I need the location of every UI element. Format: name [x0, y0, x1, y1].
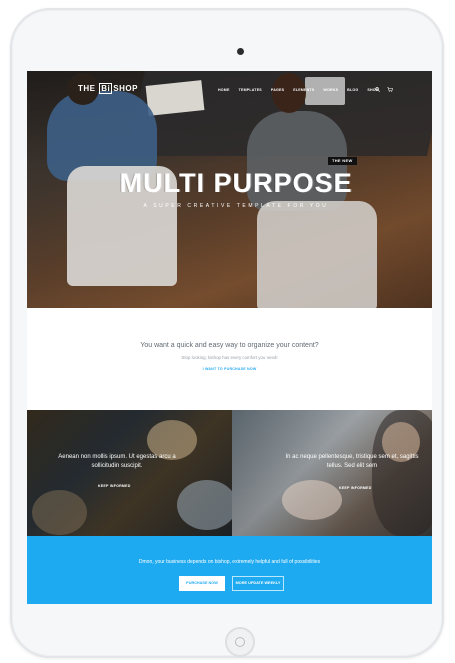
tile-right-photo-shape — [282, 480, 342, 520]
menu-item-works[interactable]: WORKS — [323, 88, 338, 92]
more-updates-button[interactable]: MORE UPDATE WEEKLY — [232, 576, 284, 591]
intro-subtext: Stop looking, bishop has every comfort y… — [181, 355, 278, 360]
tile-left-button[interactable]: KEEP INFORMED — [98, 484, 131, 488]
menu-item-templates[interactable]: TEMPLATES — [239, 88, 262, 92]
menu-item-blog[interactable]: BLOG — [347, 88, 358, 92]
hero-section: THE Bi SHOP HOME TEMPLATES PAGES ELEMENTS… — [27, 71, 432, 308]
home-button[interactable] — [225, 627, 255, 657]
feature-tile-right: In ac neque pellentesque, tristique sem … — [232, 410, 432, 536]
menu-item-elements[interactable]: ELEMENTS — [293, 88, 314, 92]
intro-section: You want a quick and easy way to organiz… — [27, 308, 432, 410]
menu-item-home[interactable]: HOME — [218, 88, 230, 92]
search-icon[interactable] — [375, 87, 380, 92]
tile-right-button[interactable]: KEEP INFORMED — [339, 486, 372, 490]
tile-left-photo-shape — [177, 480, 232, 530]
purchase-link[interactable]: I WANT TO PURCHASE NOW — [27, 367, 432, 371]
cta-text: Dmon, your business depends on bishop, e… — [138, 559, 321, 565]
menu-item-pages[interactable]: PAGES — [271, 88, 284, 92]
top-navigation: THE Bi SHOP HOME TEMPLATES PAGES ELEMENTS… — [27, 71, 432, 107]
site-logo[interactable]: THE Bi SHOP — [78, 83, 138, 94]
main-menu: HOME TEMPLATES PAGES ELEMENTS WORKS BLOG… — [218, 88, 387, 92]
logo-suffix: SHOP — [113, 84, 138, 93]
website-screen: THE Bi SHOP HOME TEMPLATES PAGES ELEMENTS… — [27, 71, 432, 604]
new-badge: THE NEW — [328, 157, 357, 165]
hero-chair-right — [257, 201, 377, 308]
purchase-now-button[interactable]: PURCHASE NOW — [179, 576, 225, 591]
feature-tile-left: Aenean non mollis ipsum. Ut egestas arcu… — [27, 410, 232, 536]
tile-left-photo-shape — [32, 490, 87, 535]
cta-section: Dmon, your business depends on bishop, e… — [27, 536, 432, 604]
hero-subtitle: A SUPER CREATIVE TEMPLATE FOR YOU — [143, 203, 329, 209]
logo-prefix: THE — [78, 84, 96, 93]
cart-icon[interactable] — [387, 87, 393, 92]
tile-left-text: Aenean non mollis ipsum. Ut egestas arcu… — [58, 454, 176, 469]
camera-icon — [237, 48, 244, 55]
logo-box: Bi — [99, 83, 113, 94]
intro-question: You want a quick and easy way to organiz… — [140, 342, 319, 349]
home-button-ring — [235, 637, 245, 647]
hero-title: MULTI PURPOSE — [119, 168, 353, 198]
tile-right-text: In ac neque pellentesque, tristique sem … — [285, 454, 419, 469]
